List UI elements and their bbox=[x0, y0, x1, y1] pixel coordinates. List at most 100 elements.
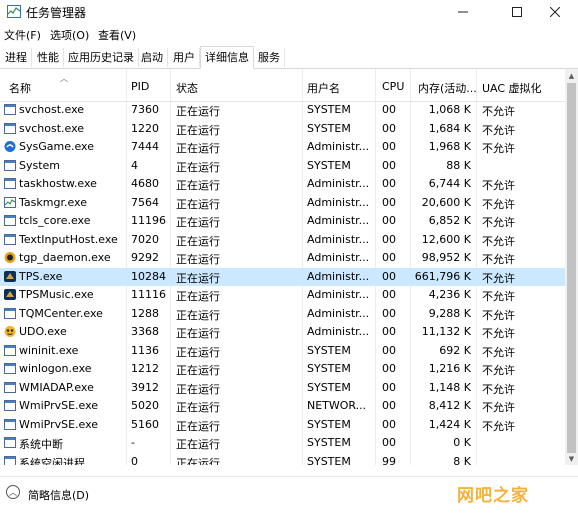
process-pid: 1136 bbox=[131, 343, 159, 357]
table-row[interactable]: System 4 正在运行 SYSTEM 00 88 K bbox=[0, 157, 565, 175]
process-user: SYSTEM bbox=[307, 158, 351, 172]
window-icon bbox=[4, 178, 16, 189]
table-row[interactable]: TQMCenter.exe 1288 正在运行 Administr... 00 9,288… bbox=[0, 305, 565, 323]
menu-options[interactable]: 选项(O) bbox=[50, 27, 89, 43]
table-row[interactable]: WMIADAP.exe 3912 正在运行 SYSTEM 00 1,148 K 不允许 bbox=[0, 379, 565, 397]
process-memory: 6,852 K bbox=[428, 214, 471, 227]
table-row[interactable]: WmiPrvSE.exe 5020 正在运行 NETWOR... 00 8,412 K 不允… bbox=[0, 397, 565, 415]
table-row[interactable]: tgp_daemon.exe 9292 正在运行 Administr... 00 98,9… bbox=[0, 249, 565, 267]
fewer-details-button[interactable]: 简略信息(D) bbox=[28, 487, 89, 503]
column-header-user[interactable]: 用户名 bbox=[307, 80, 340, 96]
maximize-icon bbox=[512, 7, 522, 17]
process-uac: 不允许 bbox=[482, 308, 515, 322]
process-uac: 不允许 bbox=[482, 364, 515, 377]
column-header-cpu[interactable]: CPU bbox=[382, 80, 404, 93]
process-cpu: 00 bbox=[382, 214, 396, 227]
table-row[interactable]: TextInputHost.exe 7020 正在运行 Administr... 00 1… bbox=[0, 231, 565, 249]
process-pid: 3368 bbox=[131, 325, 159, 338]
process-user: Administr... bbox=[307, 140, 370, 153]
column-header-memory[interactable]: 内存(活动... bbox=[418, 80, 477, 96]
process-uac: 不允许 bbox=[482, 197, 515, 211]
process-name: svchost.exe bbox=[19, 121, 85, 135]
tab-details[interactable]: 详细信息 bbox=[200, 46, 254, 69]
process-user: SYSTEM bbox=[307, 380, 351, 394]
table-row[interactable]: 系统空闲进程 0 正在运行 SYSTEM 99 8 K bbox=[0, 453, 565, 466]
tps-icon bbox=[4, 289, 16, 300]
process-cpu: 00 bbox=[382, 195, 396, 209]
table-row[interactable]: Taskmgr.exe 7564 正在运行 Administr... 00 20,600 … bbox=[0, 194, 565, 212]
details-table: ︿ 名称 PID 状态 用户名 CPU 内存(活动... UAC 虚拟化 svc… bbox=[0, 69, 565, 465]
table-row[interactable]: tcls_core.exe 11196 正在运行 Administr... 00 6,85… bbox=[0, 212, 565, 230]
window-icon bbox=[4, 122, 16, 134]
process-user: SYSTEM bbox=[307, 343, 351, 357]
process-pid: 11116 bbox=[131, 288, 166, 301]
process-user: Administr... bbox=[307, 306, 370, 320]
process-cpu: 00 bbox=[382, 417, 396, 431]
process-pid: 7020 bbox=[131, 232, 159, 246]
scrollbar-thumb[interactable] bbox=[567, 83, 576, 453]
process-uac: 不允许 bbox=[482, 105, 515, 118]
column-header-status[interactable]: 状态 bbox=[176, 80, 198, 96]
table-row[interactable]: wininit.exe 1136 正在运行 SYSTEM 00 692 K 不允许 bbox=[0, 342, 565, 360]
table-row[interactable]: winlogon.exe 1212 正在运行 SYSTEM 00 1,216 K 不允许 bbox=[0, 360, 565, 378]
tab-processes[interactable]: 进程 bbox=[1, 48, 32, 67]
process-cpu: 00 bbox=[382, 306, 396, 320]
footer: ︿ 简略信息(D) 网吧之家 bbox=[0, 476, 578, 515]
menu-file[interactable]: 文件(F) bbox=[4, 27, 41, 43]
tab-performance[interactable]: 性能 bbox=[33, 48, 64, 67]
process-cpu: 00 bbox=[382, 362, 396, 375]
process-uac: 不允许 bbox=[482, 179, 515, 192]
process-memory: 6,744 K bbox=[428, 177, 471, 190]
window-icon bbox=[4, 437, 16, 448]
table-row[interactable]: svchost.exe 7360 正在运行 SYSTEM 00 1,068 K 不允许 bbox=[0, 101, 565, 119]
process-pid: 7564 bbox=[131, 195, 159, 209]
taskmgr-icon bbox=[4, 196, 16, 208]
tab-app-history[interactable]: 应用历史记录 bbox=[64, 48, 139, 67]
column-header-name[interactable]: 名称 bbox=[9, 80, 31, 96]
tab-strip: 进程 性能 应用历史记录 启动 用户 详细信息 服务 bbox=[0, 44, 578, 69]
process-user: SYSTEM bbox=[307, 454, 351, 466]
tab-services[interactable]: 服务 bbox=[254, 48, 285, 67]
menu-view[interactable]: 查看(V) bbox=[98, 27, 136, 43]
column-header-pid[interactable]: PID bbox=[131, 80, 149, 93]
table-row[interactable]: 系统中断 - 正在运行 SYSTEM 00 0 K bbox=[0, 434, 565, 452]
minimize-button[interactable] bbox=[440, 0, 486, 24]
window-icon bbox=[4, 215, 16, 226]
process-cpu: 00 bbox=[382, 103, 396, 116]
process-status: 正在运行 bbox=[176, 401, 220, 414]
process-uac: 不允许 bbox=[482, 271, 515, 285]
process-status: 正在运行 bbox=[176, 234, 220, 248]
table-row[interactable]: taskhostw.exe 4680 正在运行 Administr... 00 6,744… bbox=[0, 175, 565, 193]
scroll-up-icon[interactable]: ▲ bbox=[565, 69, 578, 82]
tab-users[interactable]: 用户 bbox=[169, 48, 200, 67]
tab-startup[interactable]: 启动 bbox=[137, 48, 168, 67]
process-status: 正在运行 bbox=[176, 345, 220, 359]
title-bar: 任务管理器 bbox=[0, 0, 578, 24]
chevron-up-icon[interactable]: ︿ bbox=[6, 485, 20, 499]
process-cpu: 00 bbox=[382, 436, 396, 449]
process-pid: - bbox=[131, 436, 135, 449]
scroll-down-icon[interactable]: ▼ bbox=[565, 452, 578, 465]
table-row[interactable]: SysGame.exe 7444 正在运行 Administr... 00 1,968 K… bbox=[0, 138, 565, 156]
process-memory: 0 K bbox=[453, 436, 471, 449]
process-uac: 不允许 bbox=[482, 234, 515, 248]
process-user: Administr... bbox=[307, 325, 370, 338]
table-row[interactable]: WmiPrvSE.exe 5160 正在运行 SYSTEM 00 1,424 K 不允许 bbox=[0, 416, 565, 434]
window-icon bbox=[4, 400, 16, 411]
process-cpu: 00 bbox=[382, 269, 396, 283]
process-name: taskhostw.exe bbox=[19, 177, 97, 190]
process-status: 正在运行 bbox=[176, 438, 220, 451]
process-user: Administr... bbox=[307, 269, 370, 283]
vertical-scrollbar[interactable]: ▲ ▼ bbox=[565, 69, 578, 465]
table-row[interactable]: UDO.exe 3368 正在运行 Administr... 00 11,132 K 不允许 bbox=[0, 323, 565, 341]
process-cpu: 00 bbox=[382, 232, 396, 246]
table-row[interactable]: TPS.exe 10284 正在运行 Administr... 00 661,796 K 不… bbox=[0, 267, 565, 286]
close-button[interactable] bbox=[532, 0, 578, 24]
table-row[interactable]: svchost.exe 1220 正在运行 SYSTEM 00 1,684 K 不允许 bbox=[0, 120, 565, 138]
column-header-uac[interactable]: UAC 虚拟化 bbox=[482, 80, 542, 96]
process-memory: 11,132 K bbox=[421, 325, 471, 338]
window-icon bbox=[4, 363, 16, 374]
process-memory: 1,424 K bbox=[428, 417, 471, 431]
process-user: Administr... bbox=[307, 232, 370, 246]
table-row[interactable]: TPSMusic.exe 11116 正在运行 Administr... 00 4,236… bbox=[0, 286, 565, 304]
